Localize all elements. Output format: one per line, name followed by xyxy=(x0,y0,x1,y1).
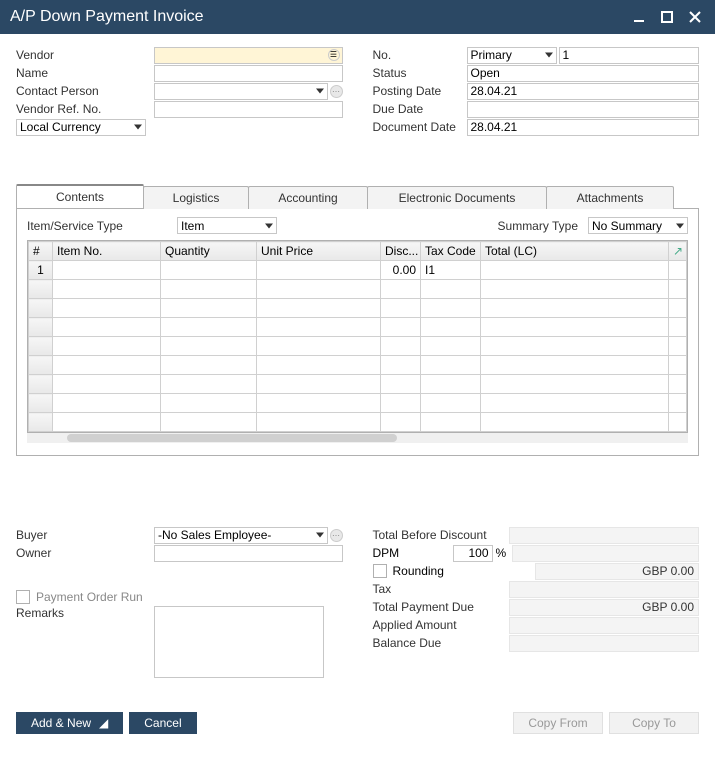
balance-label: Balance Due xyxy=(373,636,509,650)
remarks-input[interactable] xyxy=(154,606,324,678)
vendorref-label: Vendor Ref. No. xyxy=(16,102,154,116)
grid-expand-icon[interactable]: ↗ xyxy=(669,242,687,261)
applied-field xyxy=(509,617,700,634)
total-field: GBP 0.00 xyxy=(509,599,700,616)
buyer-detail-icon[interactable]: ⋯ xyxy=(330,529,343,542)
vendor-label: Vendor xyxy=(16,48,154,62)
applied-label: Applied Amount xyxy=(373,618,509,632)
name-label: Name xyxy=(16,66,154,80)
tab-contents[interactable]: Contents xyxy=(16,184,144,208)
rounding-field: GBP 0.00 xyxy=(535,563,699,580)
contact-combo[interactable] xyxy=(154,83,328,100)
dpm-label: DPM xyxy=(373,546,453,560)
no-input[interactable]: 1 xyxy=(559,47,700,64)
vendor-input[interactable]: ☰ xyxy=(154,47,343,64)
posting-label: Posting Date xyxy=(373,84,467,98)
pct-label: % xyxy=(496,546,507,560)
add-new-button[interactable]: Add & New◢ xyxy=(16,712,123,734)
status-label: Status xyxy=(373,66,467,80)
col-tax[interactable]: Tax Code xyxy=(421,242,481,261)
tax-label: Tax xyxy=(373,582,509,596)
tab-edoc[interactable]: Electronic Documents xyxy=(367,186,547,209)
rounding-label: Rounding xyxy=(393,564,536,578)
owner-input[interactable] xyxy=(154,545,343,562)
tab-attach[interactable]: Attachments xyxy=(546,186,674,209)
summary-label: Summary Type xyxy=(498,219,578,233)
tbd-field xyxy=(509,527,700,544)
col-disc[interactable]: Disc... xyxy=(381,242,421,261)
doc-label: Document Date xyxy=(373,120,467,134)
col-qty[interactable]: Quantity xyxy=(161,242,257,261)
grid-hscroll[interactable] xyxy=(27,433,688,443)
cancel-button[interactable]: Cancel xyxy=(129,712,196,734)
contact-detail-icon[interactable]: ⋯ xyxy=(330,85,343,98)
copy-from-button[interactable]: Copy From xyxy=(513,712,603,734)
owner-label: Owner xyxy=(16,546,154,560)
col-total[interactable]: Total (LC) xyxy=(481,242,669,261)
col-num[interactable]: # xyxy=(29,242,53,261)
balance-field xyxy=(509,635,700,652)
tab-bar: Contents Logistics Accounting Electronic… xyxy=(16,184,699,208)
table-row: 1 0.00 I1 xyxy=(29,261,687,280)
paymentorder-label: Payment Order Run xyxy=(36,590,143,604)
paymentorder-checkbox[interactable] xyxy=(16,590,30,604)
status-field: Open xyxy=(467,65,700,82)
itemservice-combo[interactable]: Item xyxy=(177,217,277,234)
maximize-button[interactable] xyxy=(657,7,677,27)
remarks-label: Remarks xyxy=(16,606,154,620)
window-title: A/P Down Payment Invoice xyxy=(10,8,621,26)
itemservice-label: Item/Service Type xyxy=(27,219,167,233)
tab-logistics[interactable]: Logistics xyxy=(143,186,249,209)
currency-combo[interactable]: Local Currency xyxy=(16,119,146,136)
posting-input[interactable]: 28.04.21 xyxy=(467,83,700,100)
minimize-button[interactable] xyxy=(629,7,649,27)
buyer-combo[interactable]: -No Sales Employee- xyxy=(154,527,328,544)
title-bar: A/P Down Payment Invoice xyxy=(0,0,715,34)
tbd-label: Total Before Discount xyxy=(373,528,509,542)
total-label: Total Payment Due xyxy=(373,600,509,614)
due-input[interactable] xyxy=(467,101,700,118)
dpm-input[interactable]: 100 xyxy=(453,545,493,562)
close-button[interactable] xyxy=(685,7,705,27)
buyer-label: Buyer xyxy=(16,528,154,542)
dpm-amount xyxy=(512,545,699,562)
tax-field xyxy=(509,581,700,598)
summary-combo[interactable]: No Summary xyxy=(588,217,688,234)
copy-to-button[interactable]: Copy To xyxy=(609,712,699,734)
rounding-checkbox[interactable] xyxy=(373,564,387,578)
tab-accounting[interactable]: Accounting xyxy=(248,186,368,209)
name-input[interactable] xyxy=(154,65,343,82)
no-series-combo[interactable]: Primary xyxy=(467,47,557,64)
vendorref-input[interactable] xyxy=(154,101,343,118)
col-price[interactable]: Unit Price xyxy=(257,242,381,261)
line-grid[interactable]: # Item No. Quantity Unit Price Disc... T… xyxy=(27,240,688,433)
tab-body: Item/Service Type Item Summary Type No S… xyxy=(16,208,699,456)
doc-input[interactable]: 28.04.21 xyxy=(467,119,700,136)
no-label: No. xyxy=(373,48,467,62)
col-item[interactable]: Item No. xyxy=(53,242,161,261)
contact-label: Contact Person xyxy=(16,84,154,98)
due-label: Due Date xyxy=(373,102,467,116)
